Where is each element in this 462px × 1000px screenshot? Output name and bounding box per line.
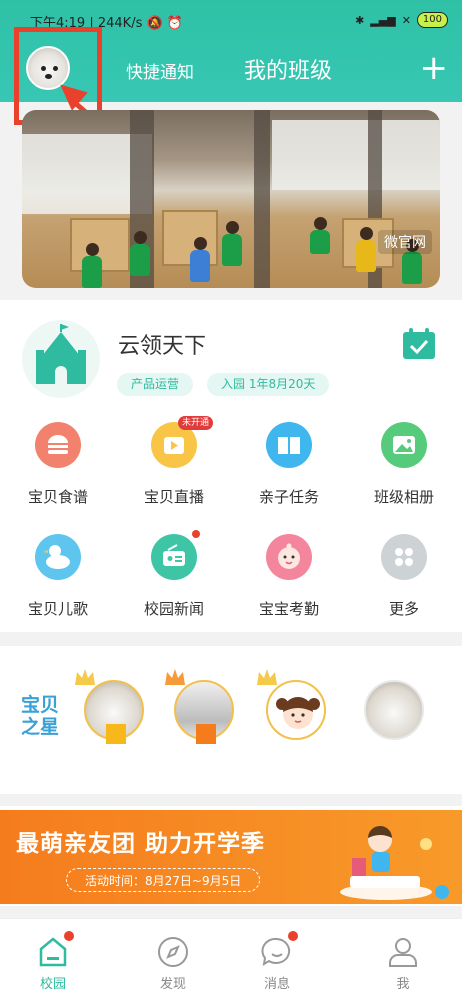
tab-school[interactable]: 校园 (8, 931, 98, 992)
user-icon (386, 935, 420, 969)
rank-flag (196, 724, 216, 744)
bottom-tab-bar: 校园 发现 消息 我 (0, 918, 462, 1000)
feature-live[interactable]: 未开通 宝贝直播 (116, 416, 232, 518)
feature-label: 更多 (388, 600, 419, 618)
feature-news[interactable]: 校园新闻 (116, 530, 232, 630)
feature-class-album[interactable]: 班级相册 (346, 418, 462, 518)
baby-face-icon (266, 534, 312, 580)
class-card: 云领天下 产品运营 入园 1年8月20天 宝贝食谱 未开通 宝贝直播 亲子任务 (0, 300, 462, 632)
star-child[interactable] (75, 668, 148, 764)
battery-icon: 100 (416, 12, 448, 28)
feature-label: 校园新闻 (143, 600, 204, 618)
feature-label: 宝贝儿歌 (27, 600, 88, 618)
banner-child (310, 217, 330, 254)
star-child[interactable] (360, 668, 428, 764)
plus-icon[interactable]: + (420, 48, 449, 88)
star-child[interactable] (257, 668, 330, 764)
promo-banner[interactable]: 最萌亲友团 助力开学季 活动时间：8月27日~9月5日 (0, 806, 462, 906)
chat-bubble-icon (260, 931, 298, 969)
castle-icon (36, 324, 86, 384)
crown-icon (257, 669, 277, 685)
radio-icon (151, 534, 197, 580)
wifi-off-icon: ✕ (401, 13, 411, 27)
girl-avatar (266, 680, 326, 740)
status-icons: ✱ ▂▄▆ ✕ 100 (355, 12, 448, 28)
mute-icon: 🔕 (146, 16, 163, 31)
promo-background: 最萌亲友团 助力开学季 活动时间：8月27日~9月5日 (0, 810, 462, 904)
feature-more[interactable]: 更多 (346, 530, 462, 630)
page-title: 我的班级 (244, 59, 333, 84)
dog-avatar (364, 680, 424, 740)
notification-dot (64, 931, 74, 941)
feature-label: 宝贝食谱 (27, 488, 88, 506)
tab-label: 校园 (39, 977, 66, 992)
class-tag-role: 产品运营 (117, 373, 194, 396)
baby-stars-section: 宝贝 之星 (0, 646, 462, 794)
school-home-icon (36, 931, 74, 969)
feature-label: 班级相册 (373, 488, 434, 506)
promo-date: 活动时间：8月27日~9月5日 (66, 868, 261, 892)
feature-parent-task[interactable]: 亲子任务 (231, 418, 347, 518)
micro-site-label[interactable]: 微官网 (378, 230, 432, 254)
feature-label: 宝宝考勤 (258, 600, 319, 618)
tab-me[interactable]: 我 (358, 935, 448, 992)
feature-label: 亲子任务 (258, 488, 319, 506)
not-activated-badge: 未开通 (178, 416, 214, 430)
banner-child (356, 227, 376, 272)
status-net-speed: 244K/s (97, 16, 143, 31)
tab-label: 消息 (263, 977, 290, 992)
banner-child (222, 221, 242, 266)
calendar-check-icon[interactable] (402, 328, 436, 360)
tab-discover[interactable]: 发现 (128, 935, 218, 992)
banner-pillar (254, 110, 270, 288)
header: 下午4:19 | 244K/s 🔕 ⏰ ✱ ▂▄▆ ✕ 100 快捷通知 我的班… (0, 0, 462, 300)
crown-icon (165, 669, 185, 685)
photo-icon (381, 422, 427, 468)
notification-dot (288, 931, 298, 941)
bluetooth-icon: ✱ (355, 13, 365, 27)
stars-title-line: 之星 (20, 716, 59, 738)
feature-attendance[interactable]: 宝宝考勤 (231, 530, 347, 630)
tab-messages[interactable]: 消息 (232, 931, 322, 992)
banner-child (190, 237, 210, 282)
promo-title: 最萌亲友团 助力开学季 (16, 831, 266, 857)
class-logo[interactable] (22, 320, 100, 398)
boy-reading-illustration (340, 826, 449, 900)
burger-icon (35, 422, 81, 468)
tab-label: 我 (396, 977, 410, 992)
grid-more-icon (381, 534, 427, 580)
compass-icon (156, 935, 190, 969)
signal-icon: ▂▄▆ (370, 13, 396, 27)
star-child[interactable] (165, 668, 238, 764)
stars-title-line: 宝贝 (20, 694, 59, 716)
crown-icon (75, 669, 95, 685)
feature-recipe[interactable]: 宝贝食谱 (0, 418, 116, 518)
rank-flag (106, 724, 126, 744)
banner-window (272, 120, 440, 190)
book-icon (266, 422, 312, 468)
feature-songs[interactable]: 宝贝儿歌 (0, 530, 116, 630)
baby-stars-title: 宝贝 之星 (14, 694, 66, 738)
duck-icon (35, 534, 81, 580)
class-name: 云领天下 (118, 334, 207, 359)
notification-dot (192, 530, 200, 538)
feature-label: 宝贝直播 (143, 488, 204, 506)
alarm-icon: ⏰ (166, 16, 184, 31)
banner-child (82, 243, 102, 288)
quick-notice-link[interactable]: 快捷通知 (126, 58, 194, 83)
banner-child (402, 239, 422, 284)
banner-image[interactable]: 微官网 (22, 110, 440, 288)
class-tag-enrolled: 入园 1年8月20天 (207, 373, 330, 396)
banner-child (130, 231, 150, 276)
tab-label: 发现 (159, 977, 186, 992)
